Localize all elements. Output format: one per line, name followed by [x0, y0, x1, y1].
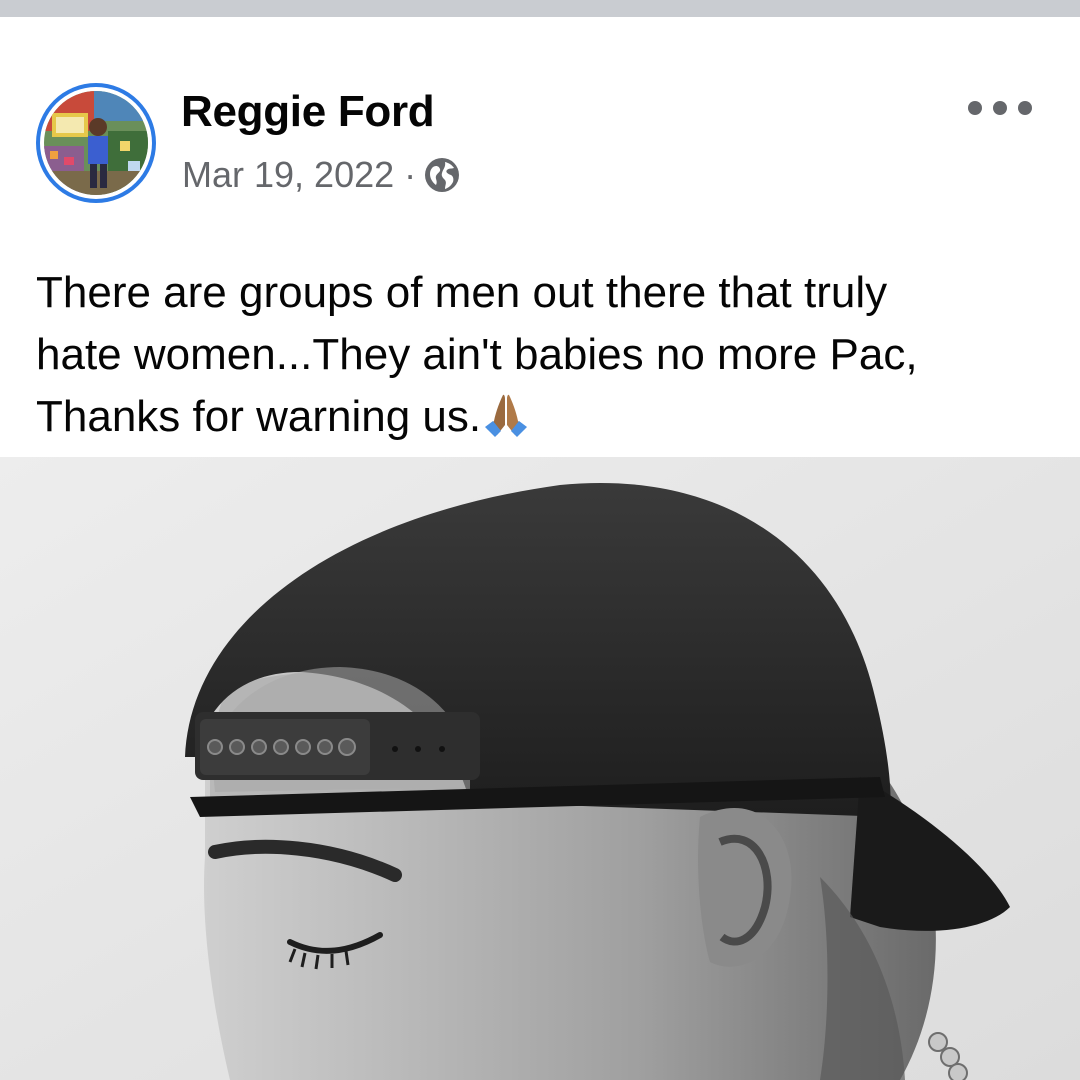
author-avatar[interactable]	[36, 83, 156, 203]
post-text-line: hate women...They ain't babies no more P…	[36, 330, 918, 379]
author-name[interactable]: Reggie Ford	[181, 87, 435, 137]
post-text: There are groups of men out there that t…	[36, 262, 1046, 448]
post-date[interactable]: Mar 19, 2022	[182, 154, 394, 196]
post-card: Reggie Ford Mar 19, 2022 · There are gro…	[0, 17, 1080, 457]
globe-icon[interactable]	[424, 157, 460, 193]
post-photo[interactable]	[0, 457, 1080, 1080]
folded-hands-emoji	[481, 391, 531, 437]
meta-separator: ·	[404, 154, 417, 195]
post-text-line: There are groups of men out there that t…	[36, 268, 888, 317]
more-options-icon[interactable]	[968, 93, 1032, 123]
facebook-post-screen: Reggie Ford Mar 19, 2022 · There are gro…	[0, 0, 1080, 1080]
avatar-image	[44, 91, 148, 195]
post-meta: Mar 19, 2022 ·	[182, 153, 460, 197]
photo-image	[0, 457, 1080, 1080]
post-text-line-last: Thanks for warning us.	[36, 386, 1046, 448]
top-divider-strip	[0, 0, 1080, 17]
